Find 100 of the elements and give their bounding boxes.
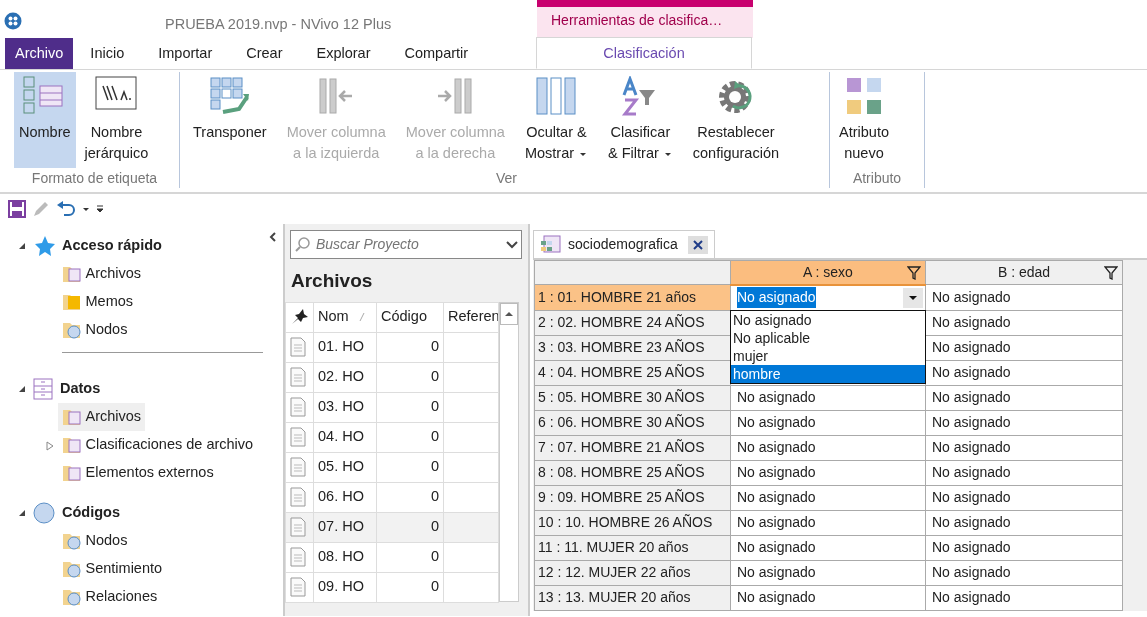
document-icon bbox=[290, 577, 306, 598]
ribbon-button[interactable]: Ocultar & Mostrar bbox=[519, 72, 594, 168]
nav-item[interactable]: Elementos externos bbox=[58, 459, 218, 487]
row-header[interactable]: 10 : 10. HOMBRE 26 AÑOS bbox=[534, 510, 731, 535]
ribbon-tab[interactable]: Compartir bbox=[387, 38, 486, 69]
list-row[interactable]: 03. HO 0 bbox=[285, 392, 499, 422]
ribbon-tab[interactable]: Explorar bbox=[299, 38, 388, 69]
ribbon-tab[interactable]: Importar bbox=[141, 38, 230, 69]
cell-value: No asignado bbox=[932, 314, 1011, 330]
cell-value: No asignado bbox=[737, 464, 816, 480]
nav-item[interactable]: Archivos bbox=[58, 403, 146, 431]
list-row[interactable]: 09. HO 0 bbox=[285, 572, 499, 602]
cell-value: No asignado bbox=[932, 564, 1011, 580]
ribbon-button[interactable]: Atributo nuevo bbox=[834, 72, 894, 168]
nav-item[interactable]: Clasificaciones de archivo bbox=[58, 431, 258, 459]
scroll-up-button[interactable] bbox=[500, 302, 518, 325]
undo-icon[interactable] bbox=[56, 200, 76, 218]
dropdown-button[interactable] bbox=[903, 287, 923, 308]
transpose-icon bbox=[208, 76, 251, 116]
list-row[interactable]: 05. HO 0 bbox=[285, 452, 499, 482]
name-cell: 05. HO bbox=[313, 452, 377, 482]
folder-icon bbox=[62, 407, 82, 427]
sheet-icon bbox=[540, 234, 564, 255]
columns-icon bbox=[535, 76, 578, 116]
ribbon-button[interactable]: Restablecer configuración bbox=[687, 72, 785, 168]
cell-value: No asignado bbox=[737, 439, 816, 455]
nav-item[interactable]: Sentimiento bbox=[58, 555, 167, 583]
section-heading[interactable]: Acceso rápido bbox=[62, 235, 162, 257]
expanded-arrow-icon[interactable] bbox=[18, 242, 26, 250]
nav-item[interactable]: Archivos bbox=[58, 260, 146, 288]
file-menu-button[interactable]: Archivo bbox=[5, 38, 74, 69]
nav-item[interactable]: Memos bbox=[58, 288, 138, 316]
column-header[interactable]: Código bbox=[376, 302, 444, 332]
cell-value: No asignado bbox=[932, 539, 1011, 555]
folder-icon bbox=[62, 463, 82, 483]
caret-icon[interactable] bbox=[82, 205, 90, 213]
ribbon-tab[interactable]: Crear bbox=[229, 38, 300, 69]
list-row[interactable]: 07. HO 0 bbox=[285, 512, 499, 542]
chevron-left-icon bbox=[269, 231, 277, 244]
row-header[interactable]: 3 : 03. HOMBRE 23 AÑOS bbox=[534, 335, 731, 360]
circle-icon bbox=[33, 502, 55, 524]
row-header[interactable]: 13 : 13. MUJER 20 años bbox=[534, 585, 731, 610]
filter-icon[interactable] bbox=[1104, 266, 1118, 280]
row-header[interactable]: 9 : 09. HOMBRE 25 AÑOS bbox=[534, 485, 731, 510]
dropdown-option[interactable]: mujer bbox=[731, 346, 925, 365]
row-header[interactable]: 11 : 11. MUJER 20 años bbox=[534, 535, 731, 560]
expanded-arrow-icon[interactable] bbox=[18, 509, 26, 517]
close-button[interactable] bbox=[687, 235, 708, 254]
ribbon-button[interactable]: Clasificar & Filtrar bbox=[603, 72, 678, 168]
row-header[interactable]: 4 : 04. HOMBRE 25 AÑOS bbox=[534, 360, 731, 385]
document-icon bbox=[290, 547, 306, 568]
expanded-arrow-icon[interactable] bbox=[18, 385, 26, 393]
list-row[interactable]: 02. HO 0 bbox=[285, 362, 499, 392]
row-header[interactable]: 6 : 06. HOMBRE 30 AÑOS bbox=[534, 410, 731, 435]
folder-icon bbox=[62, 559, 82, 579]
ribbon-tab[interactable]: Clasificación bbox=[536, 37, 752, 69]
list-row[interactable]: 04. HO 0 bbox=[285, 422, 499, 452]
section-heading[interactable]: Datos bbox=[60, 378, 101, 400]
cell-value: No asignado bbox=[932, 439, 1011, 455]
customize-icon[interactable] bbox=[96, 204, 104, 214]
column-header[interactable]: B : edad bbox=[925, 260, 1123, 285]
color-tiles-icon bbox=[844, 76, 884, 116]
pane-title: Archivos bbox=[290, 269, 374, 293]
row-header[interactable]: 8 : 08. HOMBRE 25 AÑOS bbox=[534, 460, 731, 485]
document-icon bbox=[290, 487, 306, 508]
search-box[interactable]: Buscar Proyecto bbox=[290, 230, 522, 259]
row-header[interactable]: 1 : 01. HOMBRE 21 años bbox=[534, 284, 731, 310]
row-header[interactable]: 2 : 02. HOMBRE 24 AÑOS bbox=[534, 310, 731, 335]
cell-value: No asignado bbox=[932, 514, 1011, 530]
filter-icon[interactable] bbox=[907, 266, 921, 280]
ribbon-button[interactable]: Nombre bbox=[14, 72, 76, 168]
collapsed-arrow-icon[interactable] bbox=[46, 440, 54, 451]
section-heading[interactable]: Códigos bbox=[62, 502, 120, 524]
column-header[interactable]: A : sexo bbox=[730, 260, 926, 285]
save-icon[interactable] bbox=[8, 200, 26, 218]
count-cell: 0 bbox=[376, 392, 444, 422]
dropdown-option[interactable]: hombre bbox=[731, 364, 925, 383]
cell-value: No asignado bbox=[932, 489, 1011, 505]
hierarchy-label-icon bbox=[95, 76, 138, 112]
list-row[interactable]: 06. HO 0 bbox=[285, 482, 499, 512]
nav-item[interactable]: Nodos bbox=[58, 316, 132, 344]
row-header[interactable]: 12 : 12. MUJER 22 años bbox=[534, 560, 731, 585]
dropdown-option[interactable]: No aplicable bbox=[731, 328, 925, 347]
count-cell: 0 bbox=[376, 452, 444, 482]
list-row[interactable]: 01. HO 0 bbox=[285, 332, 499, 362]
cell-value: No asignado bbox=[737, 589, 816, 605]
group-label: Atributo bbox=[851, 169, 903, 188]
column-header[interactable]: Nom bbox=[313, 302, 377, 332]
ribbon-button[interactable]: Transponer bbox=[188, 72, 272, 168]
document-icon bbox=[290, 457, 306, 478]
row-header[interactable]: 7 : 07. HOMBRE 21 AÑOS bbox=[534, 435, 731, 460]
ribbon-button[interactable]: Nombre jerárquico bbox=[79, 72, 154, 168]
nav-item[interactable]: Relaciones bbox=[58, 583, 162, 611]
nav-item[interactable]: Nodos bbox=[58, 527, 132, 555]
count-cell: 0 bbox=[376, 362, 444, 392]
ribbon-tab[interactable]: Inicio bbox=[73, 38, 142, 69]
row-header[interactable]: 5 : 05. HOMBRE 30 AÑOS bbox=[534, 385, 731, 410]
cell-value: No asignado bbox=[737, 539, 816, 555]
list-row[interactable]: 08. HO 0 bbox=[285, 542, 499, 572]
scrollbar-track[interactable] bbox=[499, 301, 519, 602]
